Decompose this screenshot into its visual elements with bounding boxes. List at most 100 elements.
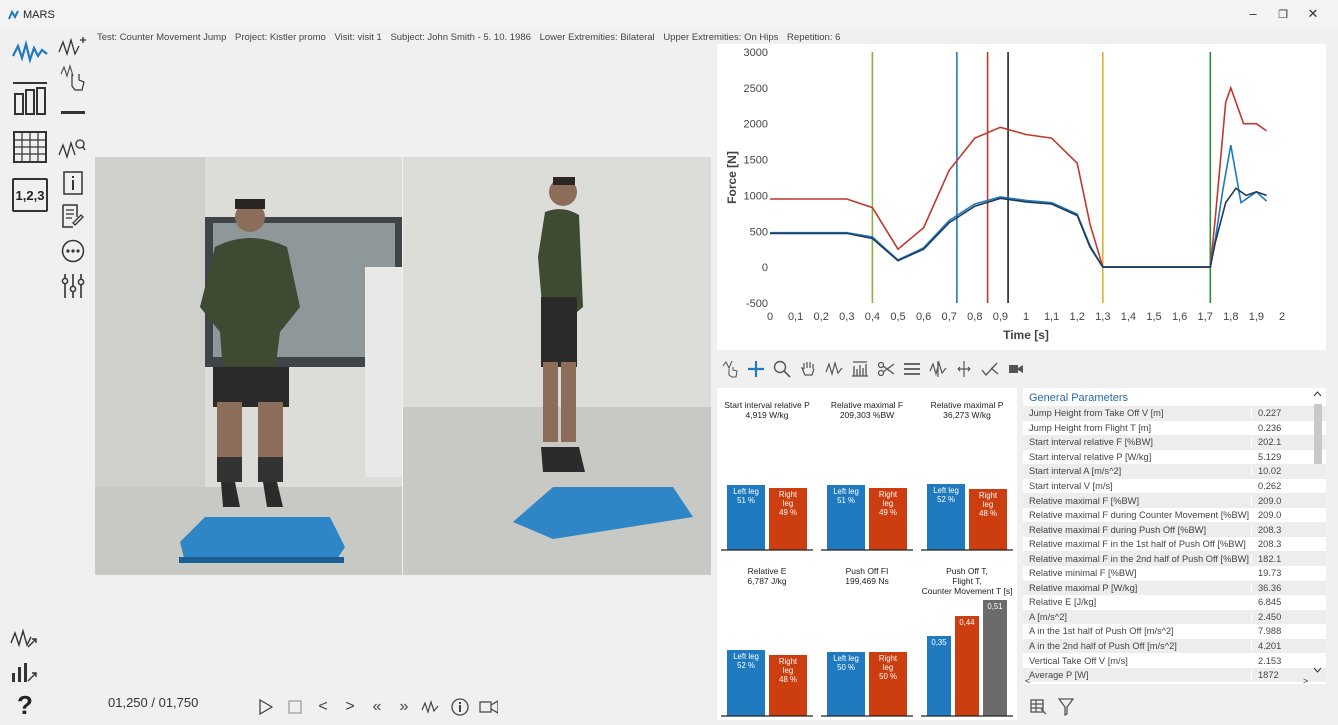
bar-label: Right — [879, 490, 898, 499]
bar-label: 49 % — [879, 508, 897, 517]
trend-check-icon[interactable] — [980, 359, 1000, 379]
force-series-line — [770, 145, 1268, 268]
report-icon[interactable] — [60, 202, 86, 230]
bar-card-title: Counter Movement T [s] — [922, 586, 1013, 596]
parameter-row[interactable]: Relative maximal F in the 2nd half of Pu… — [1023, 551, 1326, 567]
stop-icon[interactable] — [285, 697, 305, 717]
close-button[interactable]: ✕ — [1298, 6, 1328, 22]
waveform-view-icon[interactable] — [12, 38, 48, 66]
minimize-button[interactable]: – — [1238, 6, 1268, 21]
parameter-row[interactable]: A [m/s^2] 2.450 — [1023, 609, 1326, 625]
camera-sync-icon[interactable] — [478, 697, 498, 717]
select-waveform-icon[interactable] — [60, 64, 86, 92]
parameter-row[interactable]: Jump Height from Take Off V [m] 0.227 — [1023, 406, 1326, 421]
histogram-icon[interactable] — [850, 359, 870, 379]
parameter-row[interactable]: Relative maximal F in the 1st half of Pu… — [1023, 537, 1326, 552]
help-icon[interactable]: ? — [12, 690, 38, 720]
fast-forward-icon[interactable]: » — [394, 697, 414, 717]
menu-lines-icon[interactable] — [902, 359, 922, 379]
bar-card-value: 209,303 %BW — [840, 410, 894, 420]
parameter-row[interactable]: Relative minimal F [%BW] 19.73 — [1023, 566, 1326, 581]
parameter-label: Start interval V [m/s] — [1029, 481, 1113, 491]
play-icon[interactable] — [256, 697, 276, 717]
export-bars-icon[interactable] — [10, 660, 40, 684]
zoom-icon[interactable] — [772, 359, 792, 379]
parameter-row[interactable]: Vertical Take Off V [m/s] 2.153 — [1023, 653, 1326, 668]
parameter-value: 0.262 — [1251, 481, 1301, 491]
x-tick-label: 0,6 — [916, 311, 931, 323]
add-waveform-icon[interactable] — [58, 35, 86, 59]
table-export-icon[interactable] — [1030, 698, 1048, 721]
parameter-row[interactable]: A in the 2nd half of Push Off [m/s^2] 4.2… — [1023, 638, 1326, 654]
numeric-view-button[interactable]: 1,2,3 — [12, 178, 48, 212]
parameter-value: 7.988 — [1251, 626, 1301, 637]
parameter-row[interactable]: Relative maximal F [%BW] 209.0 — [1023, 493, 1326, 508]
parameter-value: 0.227 — [1251, 408, 1301, 419]
x-tick-label: 0,5 — [890, 311, 905, 323]
parameter-value: 208.3 — [1251, 539, 1301, 550]
parameter-row[interactable]: Relative maximal F during Push Off [%BW]… — [1023, 522, 1326, 537]
parameter-row[interactable]: A in the 1st half of Push Off [m/s^2] 7.9… — [1023, 624, 1326, 639]
x-tick-label: 0,1 — [788, 311, 803, 323]
parameter-row[interactable]: Relative maximal F during Counter Moveme… — [1023, 508, 1326, 523]
parameter-row[interactable]: Start interval relative P [W/kg] 5.129 — [1023, 450, 1326, 465]
bar-label: 0,51 — [987, 602, 1002, 611]
y-tick-label: -500 — [746, 298, 768, 310]
more-options-icon[interactable] — [60, 238, 86, 264]
video-side-view[interactable] — [403, 157, 711, 575]
video-front-view[interactable] — [95, 157, 402, 575]
next-frame-icon[interactable]: > — [340, 697, 360, 717]
settings-sliders-icon[interactable] — [60, 272, 86, 300]
bar-card-title: Flight T, — [952, 576, 982, 586]
export-waveform-icon[interactable] — [10, 628, 40, 652]
camera-icon[interactable] — [1006, 359, 1026, 379]
scroll-right-icon[interactable]: > — [1303, 676, 1308, 686]
parameter-row[interactable]: Start interval V [m/s] 0.262 — [1023, 479, 1326, 494]
force-chart[interactable]: 3000 2500 2000 1500 1000 500 0 -500 0 0,1 0,2 0,3 0,… — [717, 44, 1326, 350]
waveform-fit-icon[interactable] — [824, 359, 844, 379]
parameter-row[interactable]: Jump Height from Flight T [m] 0.236 — [1023, 421, 1326, 436]
pan-hand-icon[interactable] — [798, 359, 818, 379]
crosshair-icon[interactable] — [746, 359, 766, 379]
table-scrollbar[interactable] — [1311, 390, 1324, 680]
parameter-value: 1872 — [1251, 670, 1301, 681]
filter-icon[interactable] — [1057, 698, 1075, 721]
parameter-label: Relative maximal F during Counter Moveme… — [1029, 510, 1250, 521]
parameter-label: Jump Height from Take Off V [m] — [1029, 408, 1164, 419]
numeric-view-label: 1,2,3 — [15, 187, 45, 203]
scroll-left-icon[interactable]: < — [1025, 676, 1030, 686]
move-marker-icon[interactable] — [954, 359, 974, 379]
parameter-label: Relative maximal P [W/kg] — [1029, 582, 1138, 593]
previous-frame-icon[interactable]: < — [313, 697, 333, 717]
parameter-row[interactable]: Start interval relative F [%BW] 202.1 — [1023, 435, 1326, 450]
parameter-row[interactable]: Relative maximal P [W/kg] 36.36 — [1023, 580, 1326, 596]
bar-card-value: 36,273 W/kg — [943, 410, 991, 420]
cut-scissors-icon[interactable] — [876, 359, 896, 379]
waveform-marker-icon[interactable] — [928, 359, 948, 379]
bar-label: Right — [879, 654, 898, 663]
bar-label: 52 % — [937, 495, 955, 504]
bar-label: 49 % — [779, 508, 797, 517]
bar-label: 0,35 — [931, 638, 947, 647]
force-series-line — [770, 85, 1268, 268]
parameter-row[interactable]: Relative E [J/kg] 6.845 — [1023, 595, 1326, 610]
general-parameters-table[interactable]: General Parameters Jump Height from Take… — [1023, 388, 1326, 684]
pointer-waveform-icon[interactable] — [720, 359, 740, 379]
restore-button[interactable]: ❐ — [1268, 8, 1298, 21]
sync-waveform-icon[interactable] — [420, 697, 440, 717]
parameter-label: Relative maximal F [%BW] — [1029, 495, 1140, 506]
bar-card-title: Push Off FI — [846, 566, 889, 576]
parameter-label: Relative maximal F in the 2nd half of Pu… — [1029, 553, 1249, 564]
parameter-value: 208.3 — [1251, 524, 1301, 535]
parameter-row[interactable]: Start interval A [m/s^2] 10.02 — [1023, 464, 1326, 479]
parameter-row[interactable]: Average P [W] 1872 — [1023, 667, 1326, 683]
rewind-icon[interactable]: « — [367, 697, 387, 717]
video-info-icon[interactable] — [450, 697, 470, 717]
table-view-icon[interactable] — [12, 130, 48, 164]
bar-label: 0,44 — [959, 618, 975, 627]
info-icon[interactable] — [62, 170, 84, 196]
bar-chart-view-icon[interactable] — [12, 82, 48, 116]
minus-icon[interactable] — [60, 106, 86, 120]
bar-label: Left leg — [733, 487, 759, 496]
search-waveform-icon[interactable] — [58, 136, 86, 162]
